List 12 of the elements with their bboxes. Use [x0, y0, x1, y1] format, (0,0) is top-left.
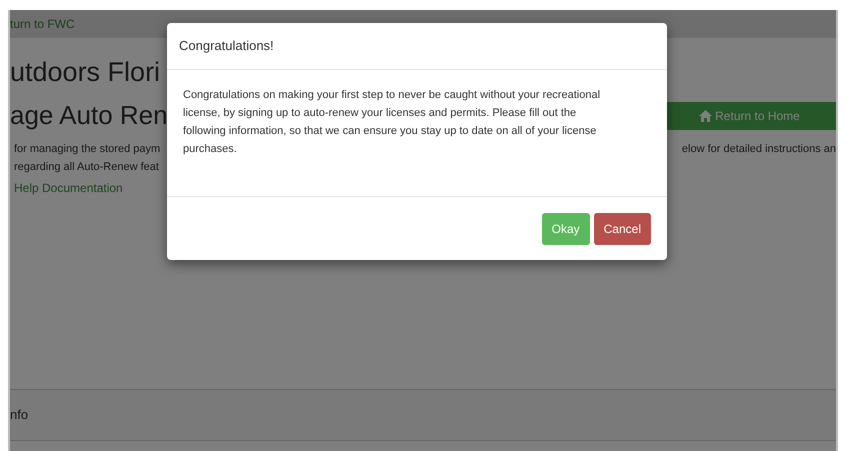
home-icon [699, 110, 712, 122]
intro-text: elow for detailed instructions an [680, 142, 836, 157]
help-documentation-link[interactable]: Help Documentation [10, 180, 123, 195]
cancel-button[interactable]: Cancel [594, 212, 651, 244]
site-title: utdoors Flori [10, 56, 162, 88]
dialog-message: Congratulations on making your first step to never be caught without your recreational license, by signing up to auto-renew your licenses and permits. Please fill out the following information, so that we can ensure you stay up to date on all of your license purchases. [183, 88, 602, 156]
intro-text: for managing the stored paym regarding all Auto-Renew feat [13, 142, 160, 175]
return-link[interactable]: turn to FWC [10, 15, 75, 33]
section-title: nfo [10, 406, 28, 424]
okay-button[interactable]: Okay [542, 212, 590, 244]
page-heading: age Auto Ren [10, 100, 168, 132]
dialog-title: Congratulations! [167, 23, 667, 70]
